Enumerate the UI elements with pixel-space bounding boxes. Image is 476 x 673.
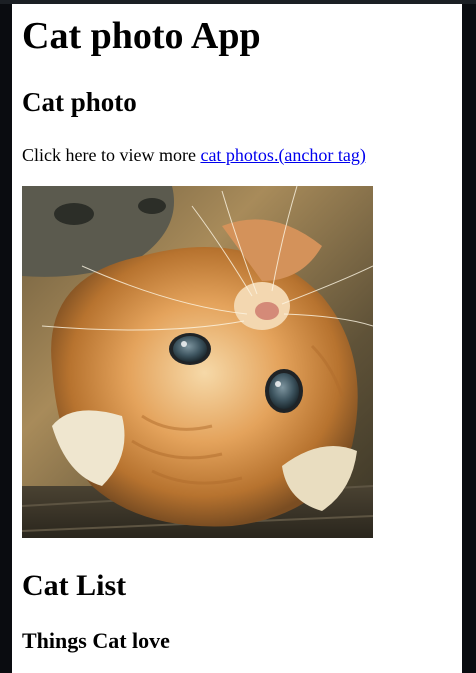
cat-photos-link[interactable]: cat photos.(anchor tag) bbox=[200, 145, 365, 165]
kitten-image-graphic bbox=[22, 186, 373, 538]
page-content: Cat photo App Cat photo Click here to vi… bbox=[12, 4, 462, 673]
cat-photo-heading: Cat photo bbox=[22, 87, 137, 117]
cat-list-heading: Cat List bbox=[22, 569, 127, 602]
things-cat-love-heading: Things Cat love bbox=[22, 628, 170, 653]
scrollbar-track[interactable] bbox=[462, 4, 476, 673]
cat-photo-image[interactable] bbox=[22, 186, 373, 538]
intro-paragraph: Click here to view more cat photos.(anch… bbox=[22, 144, 366, 166]
intro-text: Click here to view more bbox=[22, 145, 201, 165]
page-title: Cat photo App bbox=[22, 15, 261, 57]
